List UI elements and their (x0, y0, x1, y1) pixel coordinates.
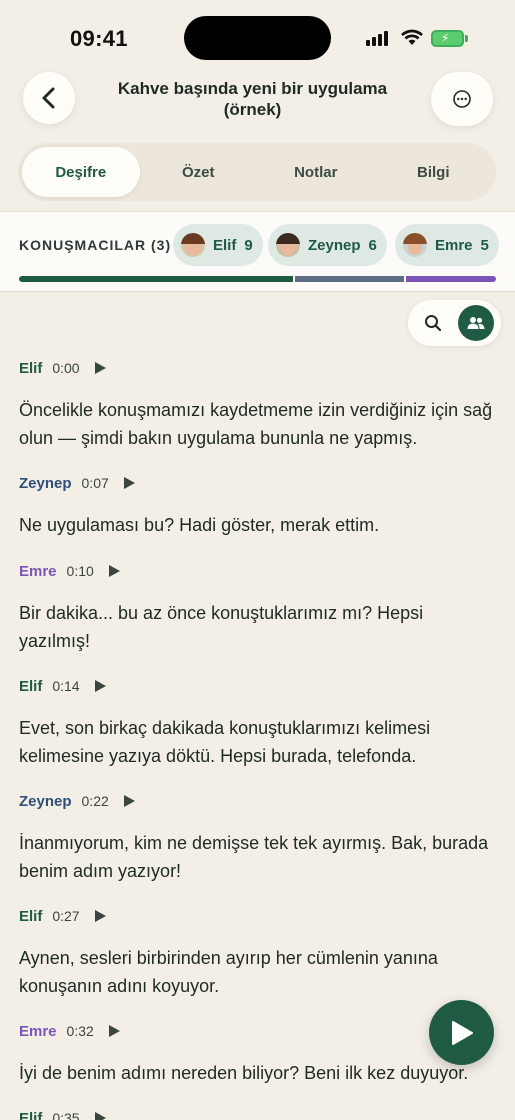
timestamp[interactable]: 0:14 (52, 678, 79, 694)
timestamp[interactable]: 0:10 (67, 563, 94, 579)
speaker-chip-name: Emre (435, 236, 473, 254)
speaker-chip-elif[interactable]: Elif 9 (173, 224, 263, 266)
play-icon (123, 795, 135, 807)
entry-meta: Elif 0:27 (19, 898, 495, 934)
speaker-chip-count: 5 (480, 236, 489, 254)
utterance-text: Evet, son birkaç dakikada konuştuklarımı… (19, 718, 431, 766)
battery-icon: ⚡ (431, 30, 468, 47)
share-segment-zeynep (295, 276, 405, 282)
speaker-chip-count: 9 (244, 236, 253, 254)
avatar (403, 233, 427, 257)
utterance-text: İnanmıyorum, kim ne demişse tek tek ayır… (19, 833, 489, 881)
speaker-name[interactable]: Elif (19, 360, 42, 377)
timestamp[interactable]: 0:22 (82, 793, 109, 809)
play-segment-button[interactable] (94, 1111, 108, 1120)
timestamp[interactable]: 0:00 (52, 360, 79, 376)
speaker-name[interactable]: Elif (19, 908, 42, 925)
speakers-panel: KONUŞMACILAR (3) Elif 9 Zeynep 6 Emre 5 (0, 211, 515, 292)
speaker-name[interactable]: Emre (19, 1023, 57, 1040)
transcript-entry: Elif 0:27 Aynen, sesleri birbirinden ayırı… (19, 898, 495, 1000)
ellipsis-circle-icon (453, 90, 471, 108)
utterance-text: Öncelikle konuşmamızı kaydetmeme izin ve… (19, 400, 493, 448)
play-icon (94, 910, 106, 922)
status-bar: 09:41 ⚡ (0, 0, 515, 70)
entry-meta: Zeynep 0:07 (19, 465, 495, 501)
play-segment-button[interactable] (108, 1024, 122, 1038)
tab-summary[interactable]: Özet (140, 147, 258, 197)
play-icon (94, 1112, 106, 1120)
utterance-text: İyi de benim adımı nereden biliyor? Beni… (19, 1063, 469, 1083)
speaker-name[interactable]: Emre (19, 563, 57, 580)
speaker-chip-emre[interactable]: Emre 5 (395, 224, 499, 266)
tab-info[interactable]: Bilgi (375, 147, 493, 197)
tab-transcript[interactable]: Deşifre (22, 147, 140, 197)
entry-meta: Zeynep 0:22 (19, 783, 495, 819)
transcript-entry: Elif 0:14 Evet, son birkaç dakikada konuşt… (19, 668, 495, 770)
play-segment-button[interactable] (94, 361, 108, 375)
header: Kahve başında yeni bir uygulama (örnek) (0, 70, 515, 130)
speaker-chip-name: Zeynep (308, 236, 361, 254)
play-segment-button[interactable] (108, 564, 122, 578)
search-icon (425, 315, 442, 332)
speakers-toggle-button[interactable] (458, 305, 494, 341)
speaker-name[interactable]: Elif (19, 678, 42, 695)
utterance-text: Ne uygulaması bu? Hadi göster, merak ett… (19, 515, 380, 535)
play-segment-button[interactable] (94, 679, 108, 693)
timestamp[interactable]: 0:35 (52, 1110, 79, 1120)
share-segment-elif (19, 276, 294, 282)
play-icon (451, 1020, 473, 1045)
avatar (181, 233, 205, 257)
tab-bar: Deşifre Özet Notlar Bilgi (18, 143, 496, 201)
timestamp[interactable]: 0:27 (52, 908, 79, 924)
speaker-name[interactable]: Zeynep (19, 793, 72, 810)
speaker-chip-count: 6 (368, 236, 377, 254)
speaker-share-bar (19, 276, 496, 282)
play-icon (108, 565, 120, 577)
speaker-chip-name: Elif (213, 236, 237, 254)
entry-meta: Emre 0:10 (19, 553, 495, 589)
play-icon (123, 477, 135, 489)
transcript-entry: Zeynep 0:07 Ne uygulaması bu? Hadi göster,… (19, 465, 495, 539)
speaker-name[interactable]: Elif (19, 1110, 42, 1120)
transcript-entry: Emre 0:10 Bir dakika... bu az önce konuştu… (19, 553, 495, 655)
transcript-entry: Zeynep 0:22 İnanmıyorum, kim ne demişse te… (19, 783, 495, 885)
more-options-button[interactable] (431, 72, 493, 126)
avatar (276, 233, 300, 257)
speakers-label: KONUŞMACILAR (3) (19, 237, 172, 253)
entry-meta: Emre 0:32 (19, 1013, 495, 1049)
view-tools (408, 300, 501, 346)
play-icon (108, 1025, 120, 1037)
utterance-text: Aynen, sesleri birbirinden ayırıp her cü… (19, 948, 438, 996)
transcript-entry: Elif 0:00 Öncelikle konuşmamızı kaydetmeme… (19, 350, 495, 452)
timestamp[interactable]: 0:32 (67, 1023, 94, 1039)
play-segment-button[interactable] (94, 909, 108, 923)
play-button[interactable] (429, 1000, 494, 1065)
cellular-signal-icon (366, 30, 392, 46)
chevron-left-icon (42, 87, 55, 109)
utterance-text: Bir dakika... bu az önce konuştuklarımız… (19, 603, 424, 651)
dynamic-island (184, 16, 331, 60)
share-segment-emre (406, 276, 496, 282)
play-segment-button[interactable] (123, 476, 137, 490)
transcript-entry: Elif 0:35 (19, 1100, 495, 1120)
people-icon (467, 317, 485, 329)
search-button[interactable] (421, 311, 445, 335)
wifi-icon (401, 29, 423, 45)
entry-meta: Elif 0:35 (19, 1100, 495, 1120)
back-button[interactable] (23, 72, 75, 124)
transcript-entry: Emre 0:32 İyi de benim adımı nereden biliy… (19, 1013, 495, 1087)
entry-meta: Elif 0:00 (19, 350, 495, 386)
play-segment-button[interactable] (123, 794, 137, 808)
speaker-chip-zeynep[interactable]: Zeynep 6 (268, 224, 387, 266)
page-title: Kahve başında yeni bir uygulama (örnek) (117, 79, 388, 119)
timestamp[interactable]: 0:07 (82, 475, 109, 491)
entry-meta: Elif 0:14 (19, 668, 495, 704)
play-icon (94, 362, 106, 374)
status-time: 09:41 (70, 26, 128, 51)
tab-notes[interactable]: Notlar (257, 147, 375, 197)
play-icon (94, 680, 106, 692)
speaker-name[interactable]: Zeynep (19, 475, 72, 492)
